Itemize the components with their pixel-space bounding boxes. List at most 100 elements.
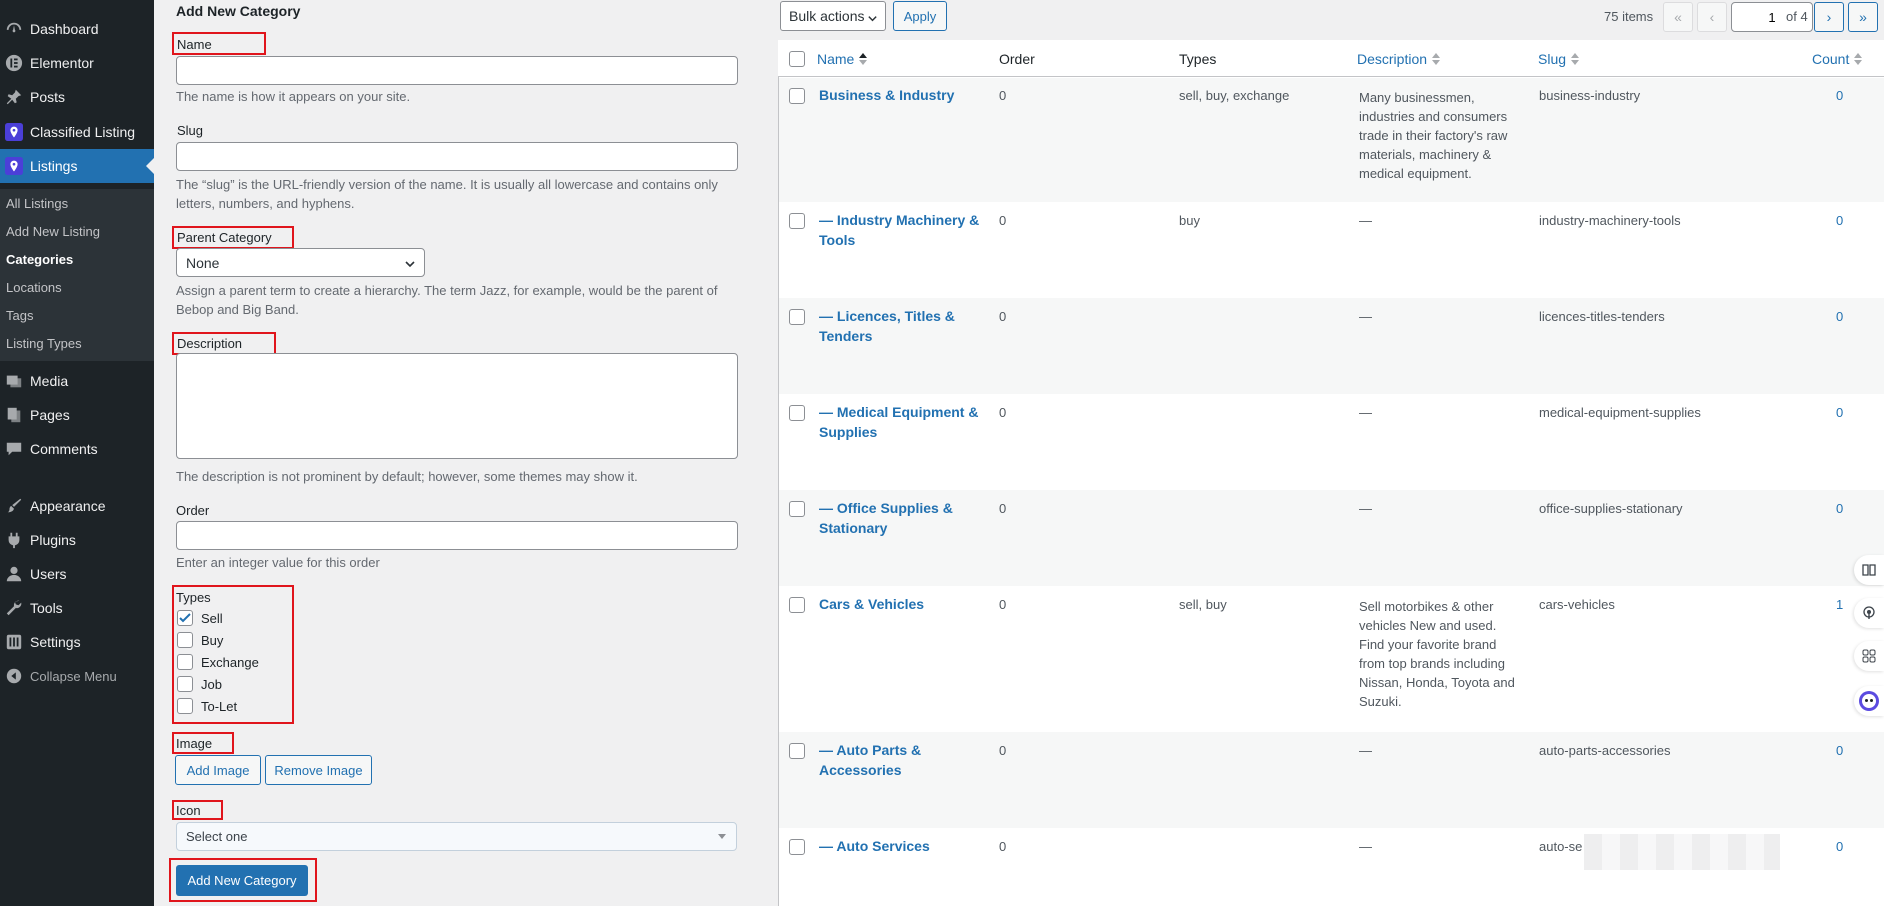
book-icon[interactable] [1854, 555, 1884, 585]
blurred-region [1584, 834, 1780, 870]
row-name-link[interactable]: — Licences, Titles & Tenders [819, 306, 955, 346]
row-name-link[interactable]: — Office Supplies & Stationary [819, 498, 953, 538]
column-header-slug[interactable]: Slug [1538, 51, 1580, 67]
settings-sliders-icon [4, 632, 24, 652]
row-order: 0 [999, 743, 1007, 758]
items-count: 75 items [1604, 9, 1654, 24]
menu-plugins[interactable]: Plugins [0, 523, 154, 557]
type-exchange-checkbox[interactable]: Exchange [177, 654, 259, 670]
bulk-actions-select[interactable]: Bulk actions [780, 1, 886, 31]
slug-input[interactable] [176, 142, 738, 171]
next-page-button[interactable]: › [1814, 2, 1844, 32]
description-label: Description [177, 336, 243, 351]
last-page-button[interactable]: » [1848, 2, 1878, 32]
podcast-icon[interactable] [1854, 598, 1884, 628]
row-name-link[interactable]: — Auto Parts & Accessories [819, 740, 921, 780]
row-slug: industry-machinery-tools [1539, 213, 1681, 228]
row-checkbox[interactable] [789, 213, 805, 229]
menu-tools[interactable]: Tools [0, 591, 154, 625]
first-page-button[interactable]: « [1663, 2, 1693, 32]
pages-icon [4, 405, 24, 425]
submenu-listing-types[interactable]: Listing Types [6, 333, 82, 353]
row-count[interactable]: 0 [1836, 86, 1843, 105]
row-count[interactable]: 0 [1836, 741, 1843, 760]
menu-listings-label: Listings [30, 158, 78, 174]
checkbox-checked[interactable] [177, 610, 193, 626]
menu-users[interactable]: Users [0, 557, 154, 591]
row-slug: auto-parts-accessories [1539, 743, 1671, 758]
description-textarea[interactable] [176, 353, 738, 459]
remove-image-button[interactable]: Remove Image [265, 755, 372, 785]
assistant-bot-icon[interactable] [1854, 686, 1884, 716]
checkbox[interactable] [177, 676, 193, 692]
menu-posts[interactable]: Posts [0, 80, 154, 114]
row-count[interactable]: 0 [1836, 211, 1843, 230]
grid-apps-icon[interactable] [1854, 641, 1884, 671]
select-all-checkbox[interactable] [789, 51, 805, 67]
menu-dashboard[interactable]: Dashboard [0, 12, 154, 46]
submenu-tags[interactable]: Tags [6, 305, 33, 325]
menu-comments-label: Comments [30, 441, 98, 457]
add-image-button[interactable]: Add Image [175, 755, 261, 785]
row-name-line: — Industry Machinery & [819, 212, 980, 228]
row-order: 0 [999, 213, 1007, 228]
type-to-let-checkbox[interactable]: To-Let [177, 698, 237, 714]
type-buy-checkbox[interactable]: Buy [177, 632, 223, 648]
row-checkbox[interactable] [789, 501, 805, 517]
menu-comments[interactable]: Comments [0, 432, 154, 466]
name-input[interactable] [176, 56, 738, 85]
row-name-link[interactable]: Cars & Vehicles [819, 594, 924, 614]
menu-media[interactable]: Media [0, 364, 154, 398]
row-name-line: Stationary [819, 520, 888, 536]
row-checkbox[interactable] [789, 88, 805, 104]
row-name-link[interactable]: Business & Industry [819, 85, 954, 105]
menu-listings[interactable]: Listings [0, 149, 154, 183]
checkbox[interactable] [177, 698, 193, 714]
type-job-checkbox[interactable]: Job [177, 676, 222, 692]
menu-settings[interactable]: Settings [0, 625, 154, 659]
row-count[interactable]: 0 [1836, 307, 1843, 326]
row-count[interactable]: 0 [1836, 837, 1843, 856]
row-slug: licences-titles-tenders [1539, 309, 1665, 324]
row-name-line: — Auto Parts & [819, 742, 922, 758]
menu-classified-listing[interactable]: Classified Listing [0, 115, 154, 149]
row-checkbox[interactable] [789, 743, 805, 759]
order-input[interactable] [176, 521, 738, 550]
submenu-add-new-listing[interactable]: Add New Listing [6, 221, 100, 241]
type-sell-checkbox[interactable]: Sell [177, 610, 223, 626]
row-name-link[interactable]: — Medical Equipment & Supplies [819, 402, 978, 442]
menu-appearance[interactable]: Appearance [0, 489, 154, 523]
row-count[interactable]: 1 [1836, 595, 1843, 614]
menu-pages[interactable]: Pages [0, 398, 154, 432]
column-header-description[interactable]: Description [1357, 51, 1441, 67]
menu-elementor[interactable]: Elementor [0, 46, 154, 80]
plug-icon [4, 530, 24, 550]
row-checkbox[interactable] [789, 309, 805, 325]
checkbox[interactable] [177, 632, 193, 648]
row-name-link[interactable]: — Auto Services [819, 836, 930, 856]
listings-submenu: All Listings Add New Listing Categories … [0, 189, 154, 361]
row-name-line: — Licences, Titles & [819, 308, 955, 324]
submenu-locations[interactable]: Locations [6, 277, 62, 297]
row-count[interactable]: 0 [1836, 403, 1843, 422]
collapse-menu-button[interactable]: Collapse Menu [0, 659, 154, 693]
apply-button[interactable]: Apply [893, 1, 947, 31]
add-new-category-button[interactable]: Add New Category [176, 865, 308, 896]
row-checkbox[interactable] [789, 405, 805, 421]
icon-select[interactable]: Select one [176, 822, 737, 851]
row-name-link[interactable]: — Industry Machinery & Tools [819, 210, 979, 250]
parent-category-select[interactable]: None [176, 248, 425, 277]
row-order: 0 [999, 597, 1007, 612]
prev-page-button[interactable]: ‹ [1697, 2, 1727, 32]
submenu-all-listings[interactable]: All Listings [6, 193, 68, 213]
row-count[interactable]: 0 [1836, 499, 1843, 518]
column-header-count[interactable]: Count [1812, 51, 1863, 67]
column-header-name-label: Name [817, 51, 855, 67]
column-header-name[interactable]: Name [817, 51, 868, 67]
menu-tools-label: Tools [30, 600, 63, 616]
checkbox[interactable] [177, 654, 193, 670]
row-checkbox[interactable] [789, 597, 805, 613]
menu-classified-listing-label: Classified Listing [30, 124, 136, 140]
submenu-categories[interactable]: Categories [6, 249, 73, 269]
row-checkbox[interactable] [789, 839, 805, 855]
